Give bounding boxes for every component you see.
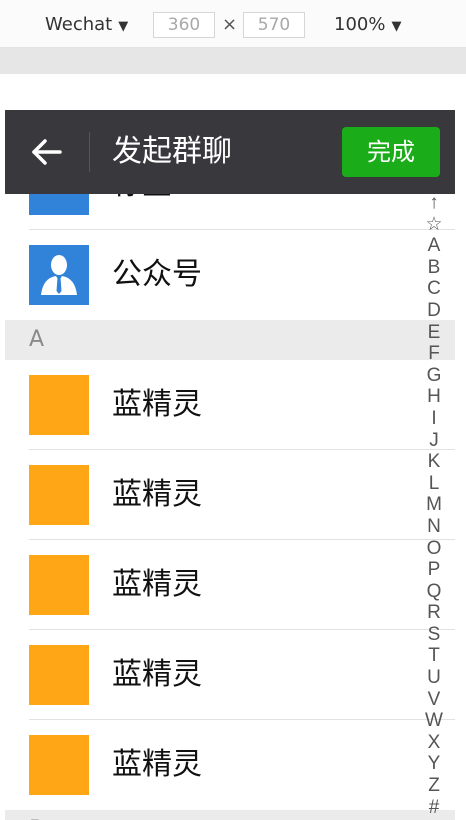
index-letter[interactable]: X bbox=[423, 732, 445, 754]
index-letter[interactable]: V bbox=[423, 689, 445, 711]
index-letter[interactable]: S bbox=[423, 624, 445, 646]
list-item[interactable]: 蓝精灵 bbox=[5, 720, 455, 810]
avatar bbox=[29, 645, 89, 705]
contact-name: 蓝精灵 bbox=[112, 747, 202, 782]
viewport-width-input[interactable]: 360 bbox=[153, 12, 215, 38]
index-letter[interactable]: Z bbox=[423, 775, 445, 797]
dimension-separator: × bbox=[222, 14, 238, 35]
header-divider bbox=[89, 132, 90, 172]
index-letter[interactable]: M bbox=[423, 494, 445, 516]
chevron-down-icon: ▼ bbox=[118, 19, 129, 34]
index-letter[interactable]: A bbox=[423, 235, 445, 257]
list-item[interactable]: 蓝精灵 bbox=[5, 630, 455, 720]
zoom-select-label: 100% bbox=[334, 14, 386, 35]
nav-header: 发起群聊 完成 bbox=[5, 110, 455, 194]
back-button[interactable] bbox=[29, 134, 65, 170]
list-item-official-accounts[interactable]: 公众号 bbox=[5, 230, 455, 320]
avatar bbox=[29, 465, 89, 525]
index-letter[interactable]: # bbox=[423, 797, 445, 819]
arrow-left-icon bbox=[32, 139, 62, 165]
official-account-icon bbox=[29, 245, 89, 305]
index-letter[interactable]: Y bbox=[423, 753, 445, 775]
index-letter[interactable]: H bbox=[423, 386, 445, 408]
contact-name: 蓝精灵 bbox=[112, 657, 202, 692]
contact-name: 蓝精灵 bbox=[112, 567, 202, 602]
list-item[interactable]: 蓝精灵 bbox=[5, 540, 455, 630]
section-header-b: B bbox=[5, 810, 455, 820]
device-select[interactable]: Wechat ▼ bbox=[45, 14, 128, 35]
index-letter[interactable]: B bbox=[423, 257, 445, 279]
list-item[interactable]: 蓝精灵 bbox=[5, 360, 455, 450]
done-button[interactable]: 完成 bbox=[342, 127, 440, 177]
device-select-label: Wechat bbox=[45, 14, 113, 35]
phone-viewport: 标签 公众号 A 蓝精灵 bbox=[5, 110, 455, 820]
list-item[interactable]: 蓝精灵 bbox=[5, 450, 455, 540]
index-letter[interactable]: R bbox=[423, 602, 445, 624]
index-letter[interactable]: O bbox=[423, 538, 445, 560]
chevron-down-icon: ▼ bbox=[391, 19, 402, 34]
page-title: 发起群聊 bbox=[112, 134, 232, 169]
index-letter[interactable]: J bbox=[423, 430, 445, 452]
contact-name: 蓝精灵 bbox=[112, 387, 202, 422]
index-letter[interactable]: D bbox=[423, 300, 445, 322]
contact-name: 蓝精灵 bbox=[112, 477, 202, 512]
index-letter[interactable]: I bbox=[423, 408, 445, 430]
index-letter[interactable]: T bbox=[423, 645, 445, 667]
index-letter[interactable]: Q bbox=[423, 581, 445, 603]
index-letter[interactable]: K bbox=[423, 451, 445, 473]
avatar bbox=[29, 735, 89, 795]
index-letter[interactable]: C bbox=[423, 278, 445, 300]
alphabet-index-bar[interactable]: ↑ ☆ A B C D E F G H I J K L M N O P Q R S T U V W X Y Z # bbox=[423, 192, 445, 818]
index-letter[interactable]: P bbox=[423, 559, 445, 581]
zoom-select[interactable]: 100% ▼ bbox=[334, 14, 401, 35]
viewport-height-input[interactable]: 570 bbox=[243, 12, 305, 38]
list-item-label: 公众号 bbox=[112, 257, 202, 292]
index-letter[interactable]: L bbox=[423, 473, 445, 495]
index-letter[interactable]: ↑ bbox=[423, 192, 445, 214]
index-letter[interactable]: W bbox=[423, 710, 445, 732]
index-letter[interactable]: U bbox=[423, 667, 445, 689]
section-header-a: A bbox=[5, 320, 455, 360]
index-letter[interactable]: G bbox=[423, 365, 445, 387]
index-letter[interactable]: ☆ bbox=[423, 214, 445, 236]
avatar bbox=[29, 555, 89, 615]
index-letter[interactable]: N bbox=[423, 516, 445, 538]
device-toolbar: Wechat ▼ 360 × 570 100% ▼ bbox=[0, 0, 466, 48]
ruler-bar bbox=[0, 48, 466, 74]
index-letter[interactable]: F bbox=[423, 343, 445, 365]
index-letter[interactable]: E bbox=[423, 322, 445, 344]
avatar bbox=[29, 375, 89, 435]
